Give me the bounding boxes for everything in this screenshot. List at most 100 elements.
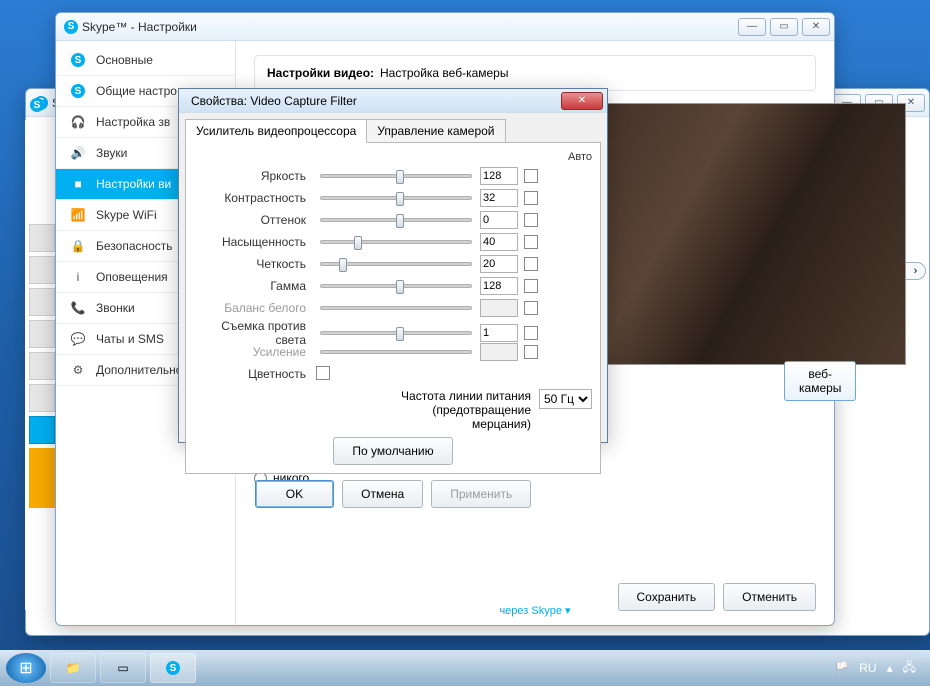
tab-camera-control[interactable]: Управление камерой (366, 119, 505, 143)
slider-track[interactable] (320, 196, 472, 200)
auto-checkbox[interactable] (524, 235, 538, 249)
sidebar-icon: S (70, 84, 86, 98)
slider-thumb[interactable] (396, 170, 404, 184)
save-button[interactable]: Сохранить (618, 583, 716, 611)
cancel-button[interactable]: Отменить (723, 583, 816, 611)
sidebar-icon: 🔊 (70, 146, 86, 160)
sidebar-item-label: Безопасность (96, 239, 173, 253)
auto-checkbox[interactable] (524, 169, 538, 183)
slider-thumb[interactable] (396, 327, 404, 341)
slider-value[interactable] (480, 189, 518, 207)
sidebar-item-label: Настройки ви (96, 177, 171, 191)
slider-label: Съемка против света (194, 319, 312, 347)
slider-thumb[interactable] (396, 280, 404, 294)
slider-label: Четкость (194, 257, 312, 271)
auto-checkbox[interactable] (524, 345, 538, 359)
minimize-button[interactable]: — (738, 18, 766, 36)
settings-titlebar[interactable]: S Skype™ - Настройки — ▭ ✕ (56, 13, 834, 41)
taskbar-app-icon[interactable]: ▭ (100, 653, 146, 683)
content-header: Настройки видео: Настройка веб-камеры (254, 55, 816, 91)
taskbar-skype-icon[interactable]: S (150, 653, 196, 683)
props-close-button[interactable]: ✕ (561, 92, 603, 110)
slider-row-1: Контрастность (194, 187, 592, 209)
tab-video-amp[interactable]: Усилитель видеопроцессора (185, 119, 367, 143)
slider-track[interactable] (320, 284, 472, 288)
auto-checkbox[interactable] (524, 191, 538, 205)
auto-column-header: Авто (194, 151, 592, 163)
video-capture-filter-dialog: Свойства: Video Capture Filter ✕ Усилите… (178, 88, 608, 443)
sidebar-icon: 💬 (70, 332, 86, 346)
color-enable-checkbox[interactable] (316, 366, 330, 380)
powerline-freq-select[interactable]: 50 Гц (539, 389, 592, 409)
slider-track (320, 306, 472, 310)
skype-logo-icon: S (30, 98, 44, 112)
props-cancel-button[interactable]: Отмена (342, 480, 423, 508)
slider-value[interactable] (480, 324, 518, 342)
slider-value[interactable] (480, 233, 518, 251)
skype-logo-icon: S (64, 20, 78, 34)
sidebar-item-label: Звуки (96, 146, 127, 160)
tray-lang-indicator[interactable]: RU (859, 661, 876, 675)
nav-right-button[interactable]: › (906, 262, 926, 280)
slider-track[interactable] (320, 240, 472, 244)
sidebar-item-label: Настройка зв (96, 115, 170, 129)
webcam-settings-button[interactable]: веб-камеры (784, 361, 856, 401)
default-button[interactable]: По умолчанию (333, 437, 452, 465)
sidebar-item-label: Дополнительно (96, 363, 182, 377)
maximize-button[interactable]: ▭ (770, 18, 798, 36)
slider-label: Контрастность (194, 191, 312, 205)
slider-row-5: Гамма (194, 275, 592, 297)
sidebar-item-label: Чаты и SMS (96, 332, 164, 346)
auto-checkbox[interactable] (524, 326, 538, 340)
props-titlebar[interactable]: Свойства: Video Capture Filter ✕ (179, 89, 607, 113)
start-button[interactable]: ⊞ (6, 653, 46, 683)
sidebar-item-label: Основные (96, 53, 153, 67)
ok-button[interactable]: OK (255, 480, 334, 508)
auto-checkbox[interactable] (524, 257, 538, 271)
tray-chevron-icon[interactable]: ▴ (887, 661, 893, 675)
taskbar-explorer-icon[interactable]: 📁 (50, 653, 96, 683)
slider-track[interactable] (320, 262, 472, 266)
slider-label: Насыщенность (194, 235, 312, 249)
slider-thumb[interactable] (396, 192, 404, 206)
auto-checkbox[interactable] (524, 279, 538, 293)
slider-track[interactable] (320, 174, 472, 178)
slider-label: Яркость (194, 169, 312, 183)
slider-label: Гамма (194, 279, 312, 293)
slider-row-8: Усиление (194, 341, 592, 363)
via-skype-link[interactable]: через Skype ▾ (499, 604, 570, 617)
tray-flag-icon[interactable]: 🏳️ (834, 661, 849, 675)
slider-value[interactable] (480, 277, 518, 295)
slider-track[interactable] (320, 218, 472, 222)
sidebar-item-0[interactable]: S Основные (56, 45, 235, 76)
tray-network-icon[interactable]: 🖧 (903, 658, 916, 679)
slider-thumb[interactable] (354, 236, 362, 250)
slider-track[interactable] (320, 331, 472, 335)
content-header-value: Настройка веб-камеры (380, 66, 508, 80)
slider-value[interactable] (480, 255, 518, 273)
slider-thumb[interactable] (339, 258, 347, 272)
sidebar-item-label: Общие настро (96, 84, 177, 98)
sidebar-item-label: Skype WiFi (96, 208, 157, 222)
slider-row-3: Насыщенность (194, 231, 592, 253)
slider-thumb[interactable] (396, 214, 404, 228)
sidebar-item-label: Звонки (96, 301, 135, 315)
close-button[interactable]: ✕ (802, 18, 830, 36)
sidebar-icon: ■ (70, 177, 86, 191)
slider-value[interactable] (480, 167, 518, 185)
sidebar-icon: 📶 (70, 208, 86, 222)
apply-button[interactable]: Применить (431, 480, 531, 508)
slider-value[interactable] (480, 211, 518, 229)
auto-checkbox[interactable] (524, 301, 538, 315)
sidebar-icon: S (70, 53, 86, 67)
slider-row-7: Съемка против света (194, 319, 592, 341)
sidebar-icon: i (70, 270, 86, 284)
sidebar-icon: 🎧 (70, 115, 86, 129)
slider-row-4: Четкость (194, 253, 592, 275)
taskbar[interactable]: ⊞ 📁 ▭ S 🏳️ RU ▴ 🖧 (0, 650, 930, 686)
auto-checkbox[interactable] (524, 213, 538, 227)
sidebar-icon: 📞 (70, 301, 86, 315)
slider-track (320, 350, 472, 354)
system-tray[interactable]: 🏳️ RU ▴ 🖧 (834, 658, 924, 679)
slider-label: Усиление (194, 345, 312, 359)
